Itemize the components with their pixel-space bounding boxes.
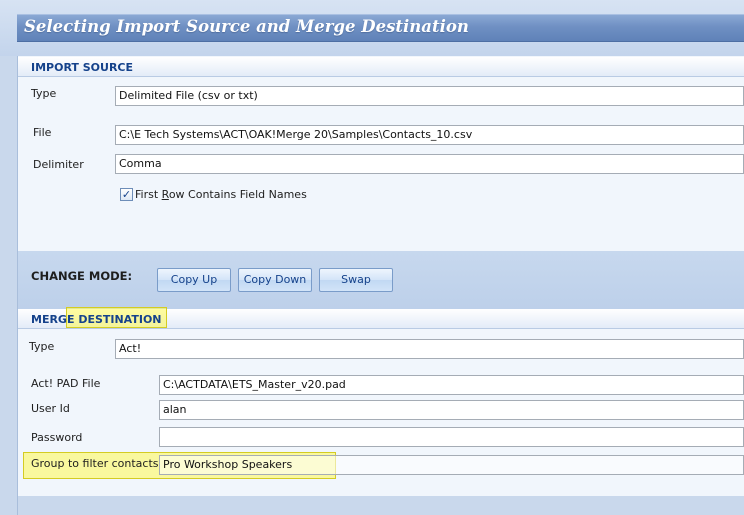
change-mode-label: CHANGE MODE: xyxy=(31,269,133,283)
delimiter-label: Delimiter xyxy=(33,158,84,171)
merge-destination-title: MERGE DESTINATION xyxy=(31,313,162,326)
group-label: Group to filter contacts xyxy=(31,457,159,470)
pad-file-label: Act! PAD File xyxy=(31,377,101,390)
page-title: Selecting Import Source and Merge Destin… xyxy=(24,17,469,36)
import-source-title: IMPORT SOURCE xyxy=(31,61,134,74)
import-file-label: File xyxy=(33,126,52,139)
first-row-checkbox[interactable]: ✓ xyxy=(120,188,133,201)
dest-type-label: Type xyxy=(29,340,55,353)
import-type-label: Type xyxy=(31,87,57,100)
first-row-label[interactable]: First Row Contains Field Names xyxy=(135,188,307,201)
dest-type-select[interactable]: Act! xyxy=(115,339,744,359)
pad-file-field[interactable]: C:\ACTDATA\ETS_Master_v20.pad xyxy=(159,375,744,395)
import-type-select[interactable]: Delimited File (csv or txt) xyxy=(115,86,744,106)
user-id-field[interactable]: alan xyxy=(159,400,744,420)
password-label: Password xyxy=(31,431,83,444)
bottom-band xyxy=(18,496,744,515)
import-file-field[interactable]: C:\E Tech Systems\ACT\OAK!Merge 20\Sampl… xyxy=(115,125,744,145)
password-field[interactable] xyxy=(159,427,744,447)
copy-down-button[interactable]: Copy Down xyxy=(238,268,312,292)
delimiter-select[interactable]: Comma xyxy=(115,154,744,174)
group-select[interactable]: Pro Workshop Speakers xyxy=(159,455,744,475)
swap-button[interactable]: Swap xyxy=(319,268,393,292)
copy-up-button[interactable]: Copy Up xyxy=(157,268,231,292)
user-id-label: User Id xyxy=(31,402,70,415)
